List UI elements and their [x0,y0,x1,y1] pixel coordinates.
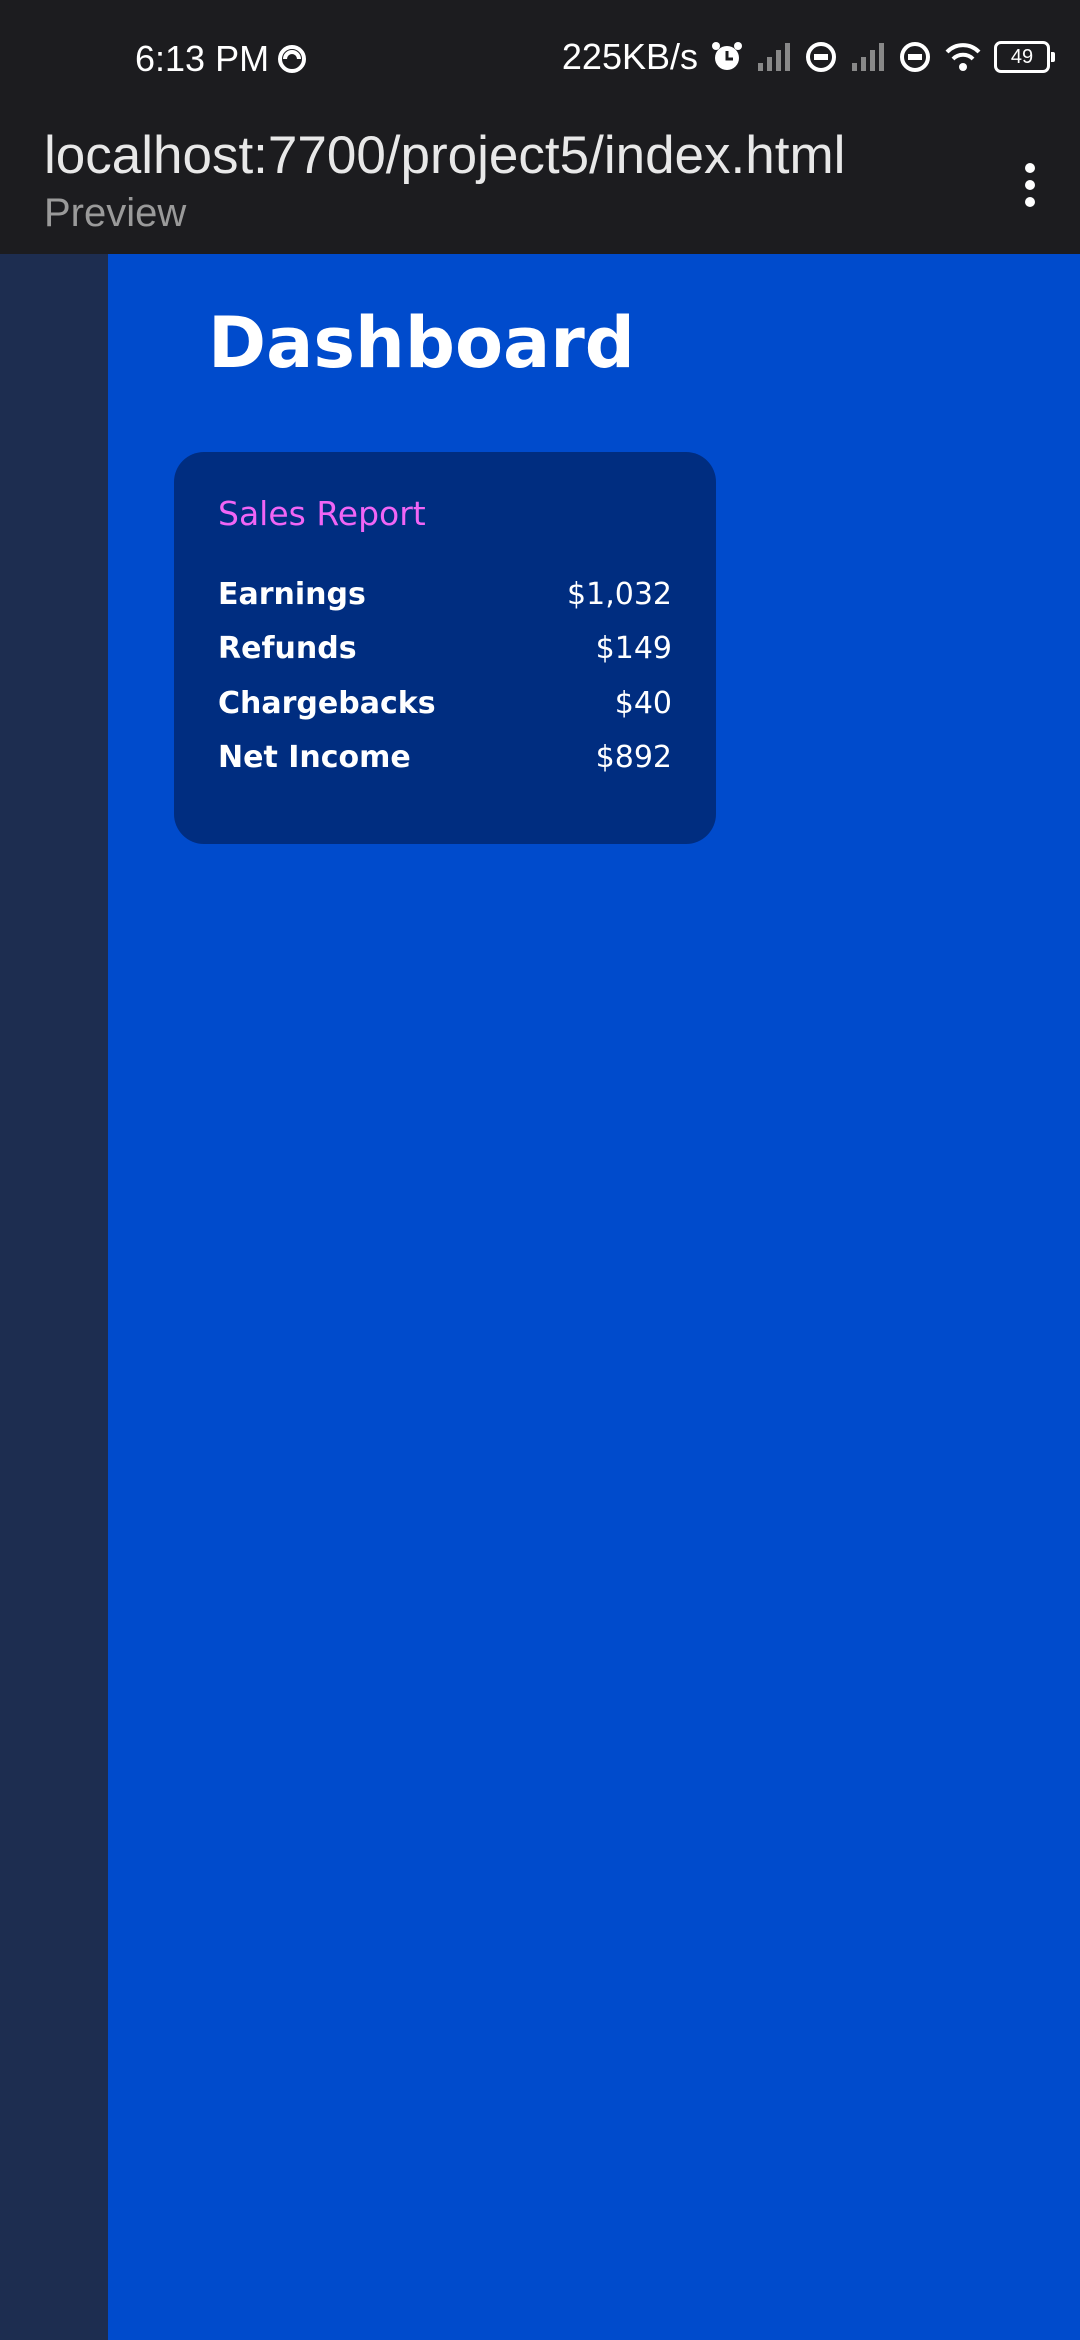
overflow-menu-button[interactable] [1010,155,1050,215]
report-value: $149 [595,631,672,667]
report-value: $1,032 [567,576,672,612]
report-value: $892 [595,740,672,776]
signal-icon [756,41,792,73]
main-content: Dashboard Sales Report Earnings $1,032 R… [108,254,1080,2340]
browser-url[interactable]: localhost:7700/project5/index.html [44,125,845,186]
report-label: Chargebacks [218,685,436,721]
status-icons: 225KB/s 49 [561,36,1055,78]
card-title: Sales Report [218,494,426,533]
report-label: Refunds [218,631,357,667]
report-value: $40 [614,685,672,721]
wifi-icon [944,42,982,72]
network-speed: 225KB/s [561,36,698,77]
report-row-chargebacks: Chargebacks $40 [218,676,672,731]
report-row-earnings: Earnings $1,032 [218,567,672,622]
sidebar [0,254,108,2340]
more-vert-icon-dot [1025,180,1035,190]
hotspot-icon [804,40,838,74]
battery-icon: 49 [994,41,1055,73]
hotspot-icon [898,40,932,74]
sync-icon [277,44,307,74]
report-row-refunds: Refunds $149 [218,622,672,677]
page-title: Dashboard [208,302,635,384]
signal-icon [850,41,886,73]
report-label: Net Income [218,740,411,776]
alarm-icon [710,40,744,74]
status-time-group: 6:13 PM [135,38,307,80]
status-bar: 6:13 PM 225KB/s 49 [0,0,1080,125]
browser-bar: localhost:7700/project5/index.html Previ… [0,125,1080,254]
more-vert-icon-dot [1025,197,1035,207]
browser-subtitle: Preview [44,191,187,235]
status-time: 6:13 PM [135,38,270,79]
report-label: Earnings [218,576,366,612]
report-row-net-income: Net Income $892 [218,731,672,786]
sales-report-card: Sales Report Earnings $1,032 Refunds $14… [174,452,716,844]
more-vert-icon-dot [1025,163,1035,173]
